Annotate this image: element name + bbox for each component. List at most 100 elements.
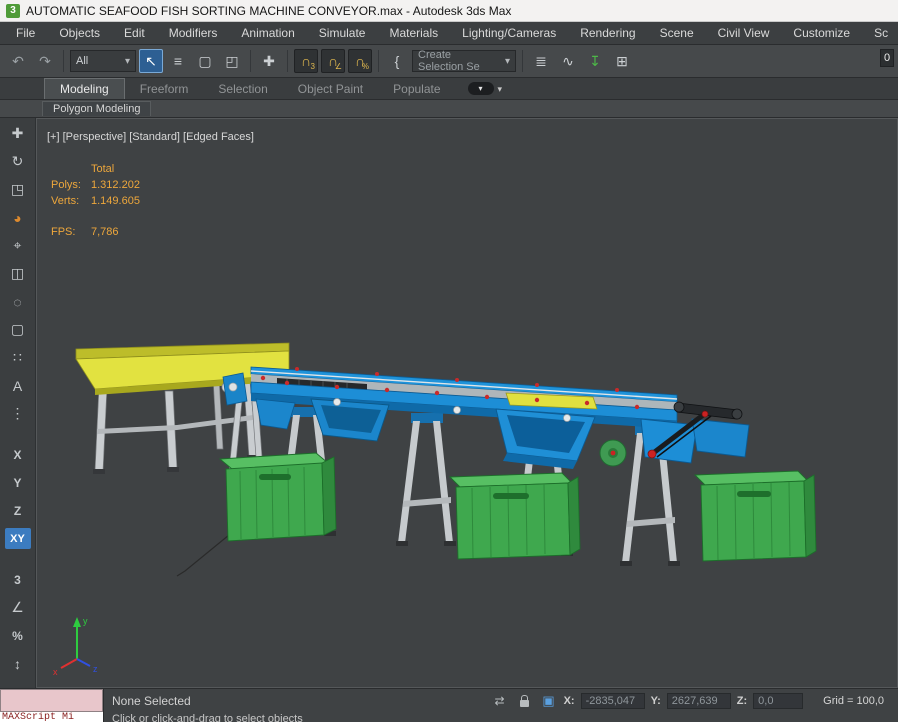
menu-item-civil-view[interactable]: Civil View (706, 22, 782, 44)
constraint-x-button[interactable]: X (5, 444, 31, 465)
conveyor-machine[interactable] (221, 366, 678, 430)
percent-snap-toggle-button[interactable]: ∩ % (348, 49, 372, 73)
menu-item-objects[interactable]: Objects (47, 22, 112, 44)
select-and-manipulate-button[interactable]: ⌖ (5, 235, 31, 256)
tab-object-paint[interactable]: Object Paint (283, 79, 378, 99)
discharge-chute-left[interactable] (310, 398, 390, 442)
green-crate-left[interactable] (218, 452, 337, 542)
prompt-line: Click or click-and-drag to select object… (104, 713, 898, 722)
x-coordinate-field[interactable]: -2835,047 (580, 693, 645, 709)
scene-explorer-button[interactable]: ≣ (529, 49, 553, 73)
select-object-button[interactable]: ↖ (139, 49, 163, 73)
magnet-icon: ∩ (300, 53, 312, 69)
ribbon-tab-bar: Modeling Freeform Selection Object Paint… (0, 78, 898, 100)
stats-polys-value: 1.312.202 (91, 179, 140, 191)
undo-button[interactable]: ↶ (6, 49, 30, 73)
window-crossing-toggle[interactable]: ◰ (220, 49, 244, 73)
scene-wire[interactable] (176, 534, 230, 577)
percent-snap-button[interactable]: % (5, 625, 31, 646)
tab-selection[interactable]: Selection (203, 79, 282, 99)
constraint-y-button[interactable]: Y (5, 472, 31, 493)
chevron-down-icon: ▾ (504, 55, 510, 67)
circular-region-button[interactable]: ◌ (5, 291, 31, 312)
axis-x-label: x (53, 667, 58, 677)
menu-item-file[interactable]: File (4, 22, 47, 44)
status-bar: MAXScript Mi None Selected ⇄ ▣ X: -2835,… (0, 688, 898, 722)
ribbon-subtab-row: Polygon Modeling (0, 100, 898, 118)
selection-filter-dropdown[interactable]: All ▾ (70, 50, 136, 72)
schematic-view-button[interactable]: ⊞ (610, 49, 634, 73)
select-and-scale-button[interactable]: ◳ (5, 179, 31, 200)
menu-item-animation[interactable]: Animation (229, 22, 306, 44)
named-selection-set-dropdown[interactable]: Create Selection Se ▾ (412, 49, 516, 73)
gearbox-motor[interactable] (599, 439, 627, 467)
select-and-rotate-button[interactable]: ↻ (5, 151, 31, 172)
ribbon-minimize-caret[interactable]: ▾ (498, 84, 503, 95)
transform-gizmo-icon[interactable]: ⇄ (491, 694, 509, 708)
tab-modeling[interactable]: Modeling (44, 78, 125, 99)
world-axis-tripod: y x z (53, 616, 98, 677)
stats-blank (51, 161, 91, 177)
pivot-center-button[interactable]: ◫ (5, 263, 31, 284)
tab-populate[interactable]: Populate (378, 79, 455, 99)
scene-canvas[interactable]: y x z (37, 119, 898, 688)
menu-item-customize[interactable]: Customize (781, 22, 862, 44)
selection-lock-toggle[interactable] (519, 694, 529, 707)
select-and-place-button[interactable]: ◕ (5, 207, 31, 228)
viewport-label[interactable]: [+] [Perspective] [Standard] [Edged Face… (47, 131, 254, 143)
selection-status-text: None Selected (112, 694, 191, 708)
curve-editor-button[interactable]: ∿ (556, 49, 580, 73)
3dsmax-window: 3 AUTOMATIC SEAFOOD FISH SORTING MACHINE… (0, 0, 898, 722)
discharge-chute-mid[interactable] (495, 408, 596, 469)
axis-y-label: y (83, 616, 88, 626)
spacing-tool-button[interactable]: ⋮ (5, 403, 31, 424)
menu-item-modifiers[interactable]: Modifiers (157, 22, 230, 44)
z-coordinate-field[interactable]: 0,0 (753, 693, 804, 709)
maxscript-listener-pane[interactable]: MAXScript Mi (0, 712, 103, 722)
selection-region-dropdown[interactable]: ▢ (193, 49, 217, 73)
ribbon-toggle-button[interactable]: ↧ (583, 49, 607, 73)
snaps-toggle-button[interactable]: ∩ 3 (294, 49, 318, 73)
constraint-z-button[interactable]: Z (5, 500, 31, 521)
ribbon-options-button[interactable]: ▾ (467, 82, 494, 95)
perspective-viewport[interactable]: y x z [+] [Perspective] [Standard] [Edge… (36, 118, 898, 688)
menu-item-simulate[interactable]: Simulate (307, 22, 378, 44)
y-coordinate-label: Y: (650, 695, 661, 707)
select-and-move-button[interactable]: ✚ (257, 49, 281, 73)
maxscript-mini-listener[interactable]: MAXScript Mi (0, 689, 104, 722)
chevron-down-icon: ▾ (124, 55, 130, 67)
rect-region-button[interactable]: ▢ (5, 319, 31, 340)
menu-item-materials[interactable]: Materials (377, 22, 450, 44)
menu-item-scripting-clipped[interactable]: Sc (862, 22, 898, 44)
green-crate-right[interactable] (693, 470, 817, 562)
constraint-xy-button[interactable]: XY (4, 528, 31, 549)
menu-item-edit[interactable]: Edit (112, 22, 157, 44)
tab-polygon-modeling[interactable]: Polygon Modeling (42, 101, 152, 116)
select-and-move-button[interactable]: ✚ (5, 123, 31, 144)
absolute-offset-toggle[interactable]: ▣ (540, 693, 558, 709)
viewport-statistics: Total Polys: 1.312.202 Verts: 1.149.605 FP… (51, 161, 140, 240)
menu-item-rendering[interactable]: Rendering (568, 22, 647, 44)
edit-selection-sets-button[interactable]: { (385, 49, 409, 73)
grid-points-button[interactable]: ∷ (5, 347, 31, 368)
maxscript-label: MAXScript Mi (2, 712, 75, 722)
stats-verts-label: Verts: (51, 195, 80, 207)
menu-item-lighting-cameras[interactable]: Lighting/Cameras (450, 22, 568, 44)
select-by-name-button[interactable]: ≡ (166, 49, 190, 73)
angle-snap-toggle-button[interactable]: ∩ ∠ (321, 49, 345, 73)
clipped-spinner-field[interactable]: 0 (880, 49, 894, 67)
menu-item-scene[interactable]: Scene (648, 22, 706, 44)
quick-align-button[interactable]: A (5, 375, 31, 396)
angle-snap-button[interactable]: ∠ (5, 597, 31, 618)
snap-3d-badge: 3 (310, 62, 315, 71)
green-crate-mid[interactable] (448, 472, 581, 560)
y-coordinate-field[interactable]: 2627,639 (666, 693, 731, 709)
tab-freeform[interactable]: Freeform (125, 79, 204, 99)
maxscript-macro-pane[interactable] (0, 689, 103, 712)
spinner-snap-button[interactable]: ↕ (5, 653, 31, 674)
window-title: AUTOMATIC SEAFOOD FISH SORTING MACHINE C… (26, 3, 512, 18)
main-toolbar: ↶ ↷ All ▾ ↖ ≡ ▢ ◰ ✚ ∩ 3 ∩ ∠ ∩ % { Create… (0, 45, 898, 78)
selection-filter-value: All (76, 55, 89, 67)
redo-button[interactable]: ↷ (33, 49, 57, 73)
snaps-toggle-button[interactable]: 3 (5, 569, 31, 590)
